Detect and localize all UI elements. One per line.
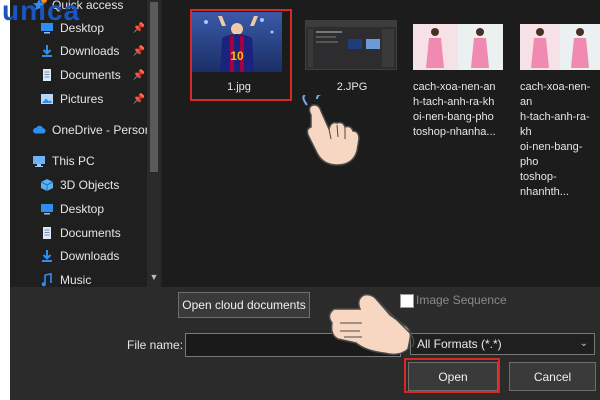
sidebar-item-label: OneDrive - Person — [52, 123, 152, 137]
file-format-select[interactable]: All Formats (*.*) ⌄ — [410, 333, 595, 355]
sidebar-item-label: This PC — [52, 154, 95, 168]
download-icon — [40, 44, 54, 58]
file-name-line: cach-xoa-nen-an — [413, 81, 496, 93]
cloud-icon — [32, 123, 46, 137]
sidebar-item-downloads[interactable]: Downloads — [40, 245, 119, 267]
file-name-label-multiline: cach-xoa-nen-an h-tach-anh-ra-kh oi-nen-… — [520, 80, 600, 200]
file-thumbnail-3[interactable] — [413, 24, 503, 70]
sidebar-item-this-pc[interactable]: This PC — [32, 150, 95, 172]
document-icon — [40, 226, 54, 240]
file-name-line: h-tach-anh-ra-kh — [520, 111, 590, 138]
cube-icon — [40, 178, 54, 192]
sidebar-item-label: Downloads — [60, 249, 120, 263]
sidebar-item-3d-objects[interactable]: 3D Objects — [40, 174, 119, 196]
open-button-highlight — [404, 358, 500, 393]
sidebar-item-label: Pictures — [60, 92, 104, 106]
file-name-line: oi-nen-bang-pho — [413, 111, 494, 123]
sidebar-scrollbar[interactable]: ▼ — [147, 0, 161, 287]
unica-logo: unica — [0, 0, 90, 35]
open-file-dialog: Quick access Desktop 📌 Downloads 📌 Docum… — [10, 0, 600, 400]
pin-icon: 📌 — [132, 69, 146, 81]
sidebar-item-downloads-pinned[interactable]: Downloads — [40, 40, 119, 62]
file-thumbnail-4[interactable] — [520, 24, 600, 70]
sidebar-item-label: Downloads — [60, 44, 120, 58]
navigation-pane: Quick access Desktop 📌 Downloads 📌 Docum… — [10, 0, 163, 287]
open-cloud-documents-button[interactable]: Open cloud documents — [178, 292, 310, 318]
pointing-hand-icon — [295, 93, 365, 172]
sidebar-item-pictures-pinned[interactable]: Pictures — [40, 88, 103, 110]
pin-icon: 📌 — [132, 93, 146, 105]
svg-text:unica: unica — [2, 0, 80, 26]
chevron-down-icon[interactable]: ▼ — [149, 272, 159, 282]
file-name-label: 1.jpg — [227, 81, 251, 93]
desktop-icon — [40, 202, 54, 216]
sidebar-item-documents[interactable]: Documents — [40, 222, 121, 244]
file-format-value: All Formats (*.*) — [417, 337, 502, 351]
pin-icon: 📌 — [132, 45, 146, 57]
cancel-button[interactable]: Cancel — [509, 362, 596, 391]
screenshot-frame: Quick access Desktop 📌 Downloads 📌 Docum… — [0, 0, 600, 400]
file-name-label: File name: — [127, 338, 184, 352]
sidebar-item-label: Documents — [60, 226, 121, 240]
file-name-label: 2.JPG — [336, 81, 368, 93]
file-name-value — [186, 336, 190, 350]
dialog-footer: Open cloud documents Image Sequence File… — [10, 287, 600, 400]
unica-logo-mark: unica — [2, 0, 80, 26]
file-name-label-multiline: cach-xoa-nen-an h-tach-anh-ra-kh oi-nen-… — [413, 80, 513, 140]
music-icon — [40, 273, 54, 287]
sidebar-item-label: Documents — [60, 68, 121, 82]
sidebar-item-label: Desktop — [60, 202, 105, 216]
file-thumbnail-2[interactable] — [305, 20, 397, 70]
image-sequence-label: Image Sequence — [416, 293, 507, 307]
file-name-line: cach-xoa-nen-an — [520, 81, 591, 108]
model-pink-dress-image — [520, 24, 600, 70]
computer-icon — [32, 154, 46, 168]
scrollbar-thumb[interactable] — [150, 2, 158, 172]
sidebar-item-label: 3D Objects — [60, 178, 120, 192]
file-name-line: oi-nen-bang-pho — [520, 141, 583, 168]
pointing-hand-icon — [326, 279, 418, 362]
photoshop-screenshot-image — [306, 21, 396, 67]
file-list: 10 1.jpg 2.JPG cach-xoa-nen-an h-tach-an… — [163, 0, 600, 287]
document-icon — [40, 68, 54, 82]
file-name-line: h-tach-anh-ra-kh — [413, 96, 495, 108]
sidebar-item-documents-pinned[interactable]: Documents — [40, 64, 121, 86]
pin-icon: 📌 — [132, 22, 146, 34]
sidebar-item-onedrive[interactable]: OneDrive - Person — [32, 119, 151, 141]
file-name-line: toshop-nhanha... — [413, 126, 496, 138]
file-name-line: toshop-nhanhth... — [520, 171, 569, 198]
sidebar-item-desktop[interactable]: Desktop — [40, 198, 104, 220]
chevron-down-icon: ⌄ — [579, 338, 588, 349]
model-pink-dress-image — [413, 24, 503, 70]
download-icon — [40, 249, 54, 263]
pictures-icon — [40, 92, 54, 106]
sidebar-item-label: Music — [60, 273, 92, 287]
